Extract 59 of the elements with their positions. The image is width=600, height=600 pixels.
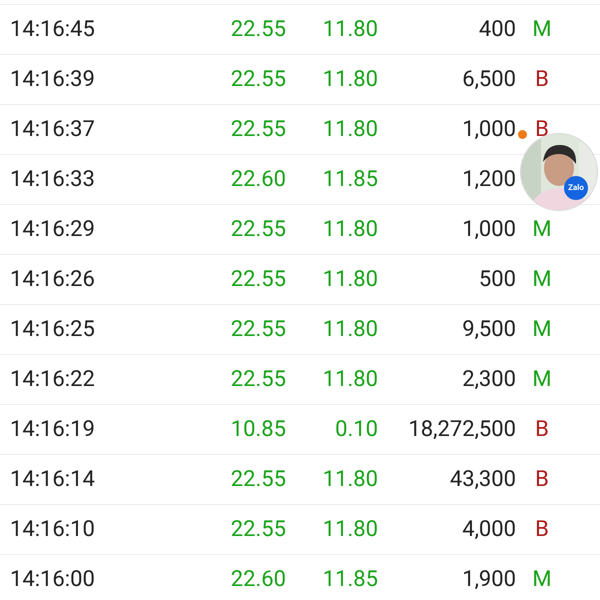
side-cell-text: B [534, 417, 550, 442]
volume-cell-text: 1,200 [461, 167, 516, 192]
change-cell-text: 11.80 [322, 67, 378, 92]
volume-cell-text: 43,300 [448, 467, 516, 492]
side-cell-text: M [531, 17, 553, 42]
side-cell-text: M [531, 267, 553, 292]
time-cell-text: 14:16:19 [10, 417, 96, 442]
change-cell-text: 0.10 [334, 417, 378, 442]
time-cell-text: 14:16:29 [10, 217, 96, 242]
time-cell-text: 14:16:25 [10, 317, 96, 342]
change-cell-text: 11.80 [322, 467, 378, 492]
time-cell-text: 14:16:14 [10, 467, 96, 492]
change-cell-text: 11.80 [322, 267, 378, 292]
change-cell-text: 11.80 [322, 17, 378, 42]
time-cell-text: 14:16:45 [10, 17, 96, 42]
price-cell-text: 22.55 [230, 17, 286, 42]
price-cell-text: 10.85 [230, 417, 286, 442]
change-cell-text: 11.80 [322, 317, 378, 342]
volume-cell-text: 6,500 [461, 67, 516, 92]
time-cell-text: 14:16:33 [10, 167, 96, 192]
change-cell-text: 11.85 [322, 167, 378, 192]
price-cell-text: 22.55 [230, 217, 286, 242]
time-cell-text: 14:16:22 [10, 367, 96, 392]
time-cell-text: 14:16:39 [10, 67, 96, 92]
time-cell-text: 14:16:10 [10, 517, 96, 542]
volume-cell-text: 500 [478, 267, 516, 292]
change-cell-text: 11.80 [322, 367, 378, 392]
side-cell-text: B [534, 67, 550, 92]
price-cell-text: 22.60 [230, 567, 286, 592]
side-cell-text: B [534, 517, 550, 542]
side-cell-text: M [531, 217, 553, 242]
volume-cell-text: 1,000 [461, 117, 516, 142]
price-cell-text: 22.55 [230, 117, 286, 142]
volume-cell-text: 2,300 [461, 367, 516, 392]
time-cell-text: 14:16:37 [10, 117, 96, 142]
time-cell-text: 14:16:00 [10, 567, 96, 592]
volume-cell-text: 1,900 [461, 567, 516, 592]
volume-cell-text: 400 [478, 17, 516, 42]
volume-cell-text: 18,272,500 [407, 417, 516, 442]
side-cell-text: M [531, 567, 553, 592]
change-cell-text: 11.80 [322, 217, 378, 242]
change-cell-text: 11.80 [322, 117, 378, 142]
price-cell-text: 22.55 [230, 267, 286, 292]
price-cell-text: 22.55 [230, 67, 286, 92]
price-cell-text: 22.55 [230, 367, 286, 392]
time-cell-text: 14:16:26 [10, 267, 96, 292]
volume-cell-text: 4,000 [461, 517, 516, 542]
side-cell-text: B [534, 117, 550, 142]
side-cell-text: B [534, 467, 550, 492]
volume-cell-text: 9,500 [461, 317, 516, 342]
price-cell-text: 22.60 [230, 167, 286, 192]
price-cell-text: 22.55 [230, 467, 286, 492]
side-cell-text: M [531, 317, 553, 342]
side-cell-text: M [531, 367, 553, 392]
change-cell-text: 11.85 [322, 567, 378, 592]
price-cell-text: 22.55 [230, 517, 286, 542]
price-cell-text: 22.55 [230, 317, 286, 342]
volume-cell-text: 1,000 [461, 217, 516, 242]
change-cell-text: 11.80 [322, 517, 378, 542]
